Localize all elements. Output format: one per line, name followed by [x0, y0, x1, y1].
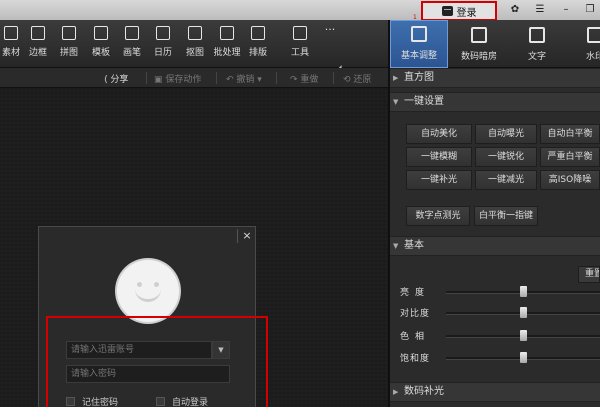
chevron-down-icon[interactable]: ▼: [212, 341, 230, 359]
restore-button[interactable]: ⟲ 还原: [343, 72, 371, 85]
app-window: 1 登录 ✿ ☰ – ❐ 素材 边框 拼图 模板 画笔 日历 抠图 批处理 排版…: [0, 0, 600, 407]
action-bar: ⟨ 分享 ▣ 保存动作 ↶ 撤销 ▾ ↷ 重做 ⟲ 还原: [0, 68, 390, 88]
tool-layout[interactable]: 排版: [241, 26, 275, 64]
tool-brush[interactable]: 画笔: [115, 26, 149, 64]
save-action-button[interactable]: ▣ 保存动作: [154, 72, 201, 85]
redo-button[interactable]: ↷ 重做: [290, 72, 318, 85]
grid-icon: [62, 26, 76, 40]
share-button[interactable]: ⟨ 分享: [104, 72, 128, 85]
avatar-icon: [117, 260, 179, 322]
one-click-dim-button[interactable]: 一键减光: [475, 170, 537, 190]
main-toolbar: 素材 边框 拼图 模板 画笔 日历 抠图 批处理 排版 工具 ··· ◢: [0, 20, 390, 71]
tool-cutout[interactable]: 抠图: [178, 26, 212, 64]
high-iso-denoise-button[interactable]: 高ISO降噪: [540, 170, 600, 190]
undo-button[interactable]: ↶ 撤销 ▾: [226, 72, 262, 85]
tab-text[interactable]: 文字: [508, 20, 566, 68]
spot-metering-button[interactable]: 数字点测光: [406, 206, 470, 226]
one-click-sharpen-button[interactable]: 一键锐化: [475, 147, 537, 167]
tool-border[interactable]: 边框: [21, 26, 55, 64]
login-label: 登录: [456, 7, 477, 19]
account-input[interactable]: [66, 341, 212, 359]
layout-icon: [251, 26, 265, 40]
close-icon[interactable]: ×: [237, 229, 255, 243]
tab-watermark[interactable]: 水印: [566, 20, 600, 68]
text-icon: [529, 27, 545, 43]
tool-collage[interactable]: 拼图: [52, 26, 86, 64]
tab-darkroom[interactable]: 数码暗房: [450, 20, 508, 68]
section-basic[interactable]: ▼ 基本: [390, 236, 600, 256]
wrench-icon: [293, 26, 307, 40]
pin-icon: [188, 26, 202, 40]
reset-button[interactable]: 重置: [578, 266, 600, 283]
border-icon: [31, 26, 45, 40]
slider-contrast: 对比度: [400, 306, 600, 320]
right-tabs: 基本调整 数码暗房 文字 水印: [390, 20, 600, 68]
skin-icon[interactable]: ✿: [505, 2, 525, 18]
section-histogram[interactable]: ▶ 直方图: [390, 68, 600, 88]
one-click-fill-light-button[interactable]: 一键补光: [406, 170, 472, 190]
watermark-icon: [587, 27, 600, 43]
slider-knob[interactable]: [520, 307, 527, 318]
slider-knob[interactable]: [520, 286, 527, 297]
login-button[interactable]: 登录: [421, 1, 497, 21]
minimize-icon[interactable]: –: [556, 2, 576, 18]
slider-hue: 色相: [400, 329, 600, 343]
tool-template[interactable]: 模板: [84, 26, 118, 64]
auto-login-checkbox[interactable]: 自动登录: [156, 395, 208, 407]
divider: [146, 72, 147, 84]
menu-icon[interactable]: ☰: [530, 2, 550, 18]
tool-calendar[interactable]: 日历: [146, 26, 180, 64]
remember-password-checkbox[interactable]: 记住密码: [66, 395, 118, 407]
auto-white-balance-button[interactable]: 自动白平衡: [540, 124, 600, 144]
slider-knob[interactable]: [520, 352, 527, 363]
tool-batch[interactable]: 批处理: [210, 26, 244, 64]
password-input[interactable]: [66, 365, 230, 383]
divider: [333, 72, 334, 84]
template-icon: [94, 26, 108, 40]
camera-icon: [471, 27, 487, 43]
title-bar: 1 登录 ✿ ☰ – ❐: [0, 0, 600, 21]
avatar-mouth: [135, 286, 161, 302]
auto-exposure-button[interactable]: 自动曝光: [475, 124, 537, 144]
restore-window-icon[interactable]: ❐: [580, 2, 600, 18]
one-click-blur-button[interactable]: 一键模糊: [406, 147, 472, 167]
edit-icon: [411, 26, 427, 42]
tool-more[interactable]: ···: [313, 23, 347, 64]
brush-icon: [125, 26, 139, 40]
tab-basic-adjust[interactable]: 基本调整: [390, 20, 448, 68]
strong-white-balance-button[interactable]: 严重白平衡: [540, 147, 600, 167]
user-icon: [441, 6, 453, 16]
slider-saturation: 饱和度: [400, 351, 600, 365]
highlight-box: [46, 316, 268, 407]
tool-tools[interactable]: 工具: [283, 26, 317, 64]
section-one-click[interactable]: ▼ 一键设置: [390, 92, 600, 112]
section-digital-fill[interactable]: ▶ 数码补光: [390, 382, 600, 402]
more-icon: ···: [324, 23, 336, 36]
divider: [216, 72, 217, 84]
slider-brightness: 亮度: [400, 285, 600, 299]
calendar-icon: [156, 26, 170, 40]
white-balance-picker-button[interactable]: 白平衡一指键: [474, 206, 538, 226]
star-icon: [4, 26, 18, 40]
auto-beautify-button[interactable]: 自动美化: [406, 124, 472, 144]
slider-knob[interactable]: [520, 330, 527, 341]
batch-icon: [220, 26, 234, 40]
divider: [276, 72, 277, 84]
